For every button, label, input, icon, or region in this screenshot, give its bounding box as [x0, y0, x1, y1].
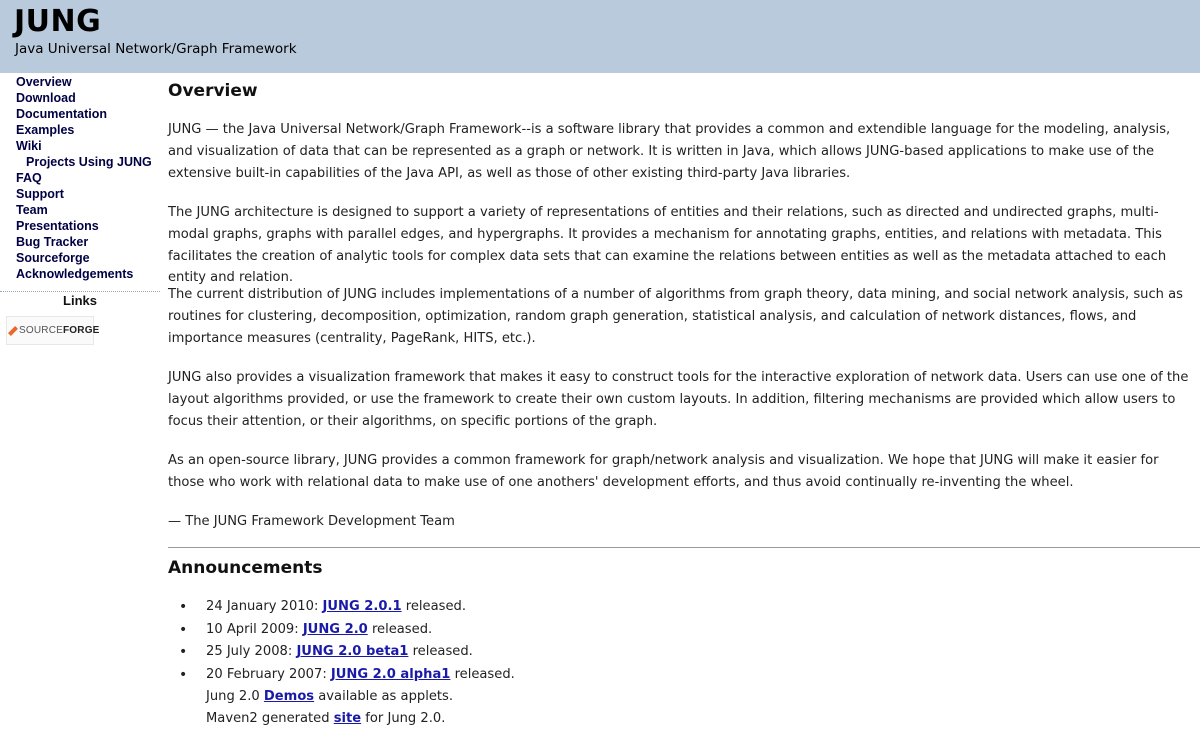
overview-paragraph: As an open-source library, JUNG provides… [168, 453, 1159, 490]
sourceforge-logo-icon [8, 325, 18, 336]
bullet-icon: • [179, 599, 188, 615]
site-link[interactable]: site [334, 711, 361, 726]
announcement-item: • 25 July 2008: JUNG 2.0 beta1 released. [168, 641, 515, 664]
nav-item-examples[interactable]: Examples [16, 122, 152, 138]
overview-paragraph: JUNG also provides a visualization frame… [168, 370, 1189, 429]
nav-item-download[interactable]: Download [16, 90, 152, 106]
nav-item-documentation[interactable]: Documentation [16, 106, 152, 122]
bullet-icon: • [179, 621, 188, 638]
nav-item-acknowledgements[interactable]: Acknowledgements [16, 266, 152, 282]
links-heading: Links [63, 293, 97, 308]
announcement-item: • 20 February 2007: JUNG 2.0 alpha1 relea… [168, 664, 515, 687]
site-title: JUNG [14, 4, 102, 39]
announcement-item: • 24 January 2010: JUNG 2.0.1 released. [168, 596, 515, 619]
nav-item-wiki[interactable]: Wiki [16, 138, 152, 154]
nav-item-overview[interactable]: Overview [16, 74, 152, 90]
announcement-item: • 10 April 2009: JUNG 2.0 released. [168, 619, 515, 642]
sourceforge-badge[interactable]: SOURCEFORGE [6, 316, 99, 345]
release-link-jung-2-0-alpha1[interactable]: JUNG 2.0 alpha1 [331, 667, 451, 682]
demos-link[interactable]: Demos [264, 689, 314, 704]
nav-item-sourceforge[interactable]: Sourceforge [16, 250, 152, 266]
overview-paragraph: The current distribution of JUNG include… [168, 287, 1183, 346]
nav-item-bug-tracker[interactable]: Bug Tracker [16, 234, 152, 250]
release-link-jung-2-0-beta1[interactable]: JUNG 2.0 beta1 [296, 644, 408, 659]
team-signature: — The JUNG Framework Development Team [168, 514, 455, 529]
announcement-detail: Jung 2.0 Demos available as applets. [206, 689, 454, 704]
site-subtitle: Java Universal Network/Graph Framework [15, 41, 297, 57]
section-divider [168, 547, 1200, 548]
announcements-list: • 24 January 2010: JUNG 2.0.1 released. •… [168, 596, 515, 730]
overview-paragraph: The JUNG architecture is designed to sup… [168, 205, 1167, 286]
nav-item-presentations[interactable]: Presentations [16, 218, 152, 234]
sidebar-nav: Overview Download Documentation Examples… [16, 74, 152, 282]
page-header: JUNG Java Universal Network/Graph Framew… [0, 0, 1200, 73]
release-link-jung-2-0[interactable]: JUNG 2.0 [303, 622, 368, 637]
bullet-icon: • [179, 666, 188, 683]
nav-item-team[interactable]: Team [16, 202, 152, 218]
nav-item-support[interactable]: Support [16, 186, 152, 202]
sourceforge-badge-text: SOURCEFORGE [19, 325, 100, 336]
bullet-icon: • [179, 644, 188, 660]
announcements-heading: Announcements [168, 558, 323, 578]
nav-item-faq[interactable]: FAQ [16, 170, 152, 186]
announcement-detail: Maven2 generated site for Jung 2.0. [206, 711, 446, 726]
overview-heading: Overview [168, 81, 258, 101]
sidebar: Overview Download Documentation Examples… [0, 73, 160, 740]
overview-paragraph: JUNG — the Java Universal Network/Graph … [168, 122, 1171, 181]
sidebar-divider [0, 291, 160, 292]
release-link-jung-2-0-1[interactable]: JUNG 2.0.1 [323, 599, 402, 614]
nav-item-projects-using-jung[interactable]: Projects Using JUNG [16, 154, 152, 170]
